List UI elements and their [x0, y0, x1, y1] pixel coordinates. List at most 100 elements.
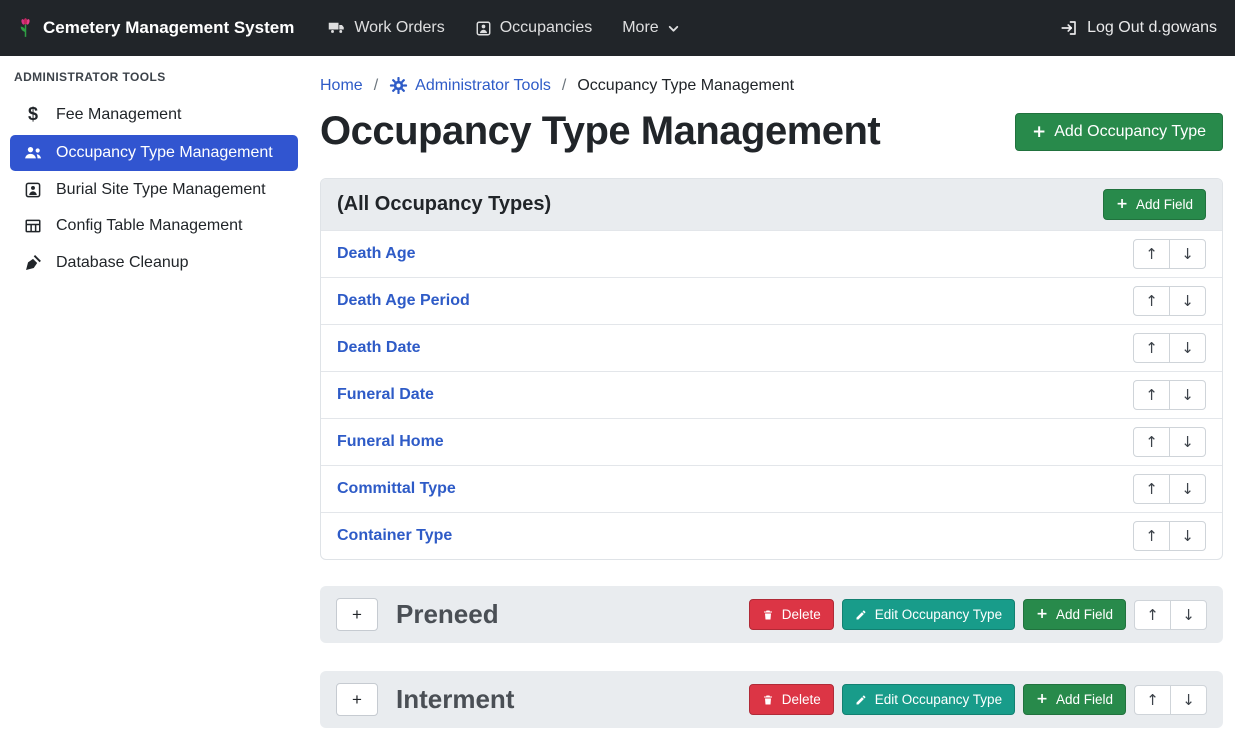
users-icon	[22, 143, 44, 163]
field-row: Committal Type ↑ ↓	[321, 465, 1222, 512]
move-up-button[interactable]: ↑	[1134, 600, 1171, 630]
move-up-button[interactable]: ↑	[1133, 239, 1170, 269]
move-up-button[interactable]: ↑	[1133, 474, 1170, 504]
arrow-up-icon: ↑	[1146, 606, 1159, 624]
breadcrumb-admin-tools-label: Administrator Tools	[415, 77, 551, 95]
sidebar-item-burial-site-type-management[interactable]: Burial Site Type Management	[10, 173, 298, 207]
add-occupancy-type-label: Add Occupancy Type	[1054, 123, 1206, 141]
add-field-button[interactable]: + Add Field	[1103, 189, 1206, 220]
section-actions: Delete Edit Occupancy Type + Add Field ↑…	[749, 599, 1207, 630]
move-up-button[interactable]: ↑	[1133, 286, 1170, 316]
add-field-label: Add Field	[1136, 197, 1193, 212]
move-down-button[interactable]: ↓	[1169, 286, 1206, 316]
add-field-button[interactable]: + Add Field	[1023, 599, 1126, 630]
move-up-button[interactable]: ↑	[1134, 685, 1171, 715]
arrow-down-icon: ↓	[1182, 606, 1195, 624]
reorder-buttons: ↑ ↓	[1133, 474, 1206, 504]
move-up-button[interactable]: ↑	[1133, 333, 1170, 363]
field-link-funeral-home[interactable]: Funeral Home	[337, 433, 444, 451]
reorder-buttons: ↑ ↓	[1133, 239, 1206, 269]
arrow-down-icon: ↓	[1181, 386, 1194, 404]
breadcrumb-home-link[interactable]: Home	[320, 77, 363, 95]
nav-occupancies-label: Occupancies	[500, 19, 593, 37]
edit-occupancy-type-button[interactable]: Edit Occupancy Type	[842, 684, 1015, 715]
add-field-button[interactable]: + Add Field	[1023, 684, 1126, 715]
field-link-death-date[interactable]: Death Date	[337, 339, 421, 357]
arrow-down-icon: ↓	[1181, 339, 1194, 357]
delete-label: Delete	[782, 607, 821, 622]
reorder-buttons: ↑ ↓	[1133, 286, 1206, 316]
breadcrumb-home-label: Home	[320, 77, 363, 95]
occupant-frame-icon	[475, 20, 492, 37]
move-down-button[interactable]: ↓	[1170, 685, 1207, 715]
sidebar-item-database-cleanup[interactable]: Database Cleanup	[10, 245, 298, 280]
edit-occupancy-type-button[interactable]: Edit Occupancy Type	[842, 599, 1015, 630]
move-down-button[interactable]: ↓	[1169, 427, 1206, 457]
delete-label: Delete	[782, 692, 821, 707]
move-up-button[interactable]: ↑	[1133, 521, 1170, 551]
arrow-up-icon: ↑	[1145, 386, 1158, 404]
sidebar-item-occupancy-type-management[interactable]: Occupancy Type Management	[10, 135, 298, 171]
move-down-button[interactable]: ↓	[1169, 474, 1206, 504]
move-up-button[interactable]: ↑	[1133, 380, 1170, 410]
section-interment: + Interment Delete Edit Occupancy Type	[320, 671, 1223, 728]
reorder-buttons: ↑ ↓	[1134, 685, 1207, 715]
arrow-down-icon: ↓	[1181, 245, 1194, 263]
sidebar-item-label: Fee Management	[56, 106, 181, 124]
sidebar-item-config-table-management[interactable]: Config Table Management	[10, 209, 298, 243]
move-down-button[interactable]: ↓	[1169, 239, 1206, 269]
logout-label: Log Out d.gowans	[1087, 19, 1217, 37]
field-link-death-age-period[interactable]: Death Age Period	[337, 292, 470, 310]
nav-occupancies[interactable]: Occupancies	[475, 19, 593, 37]
pencil-icon	[855, 694, 867, 706]
edit-label: Edit Occupancy Type	[875, 607, 1002, 622]
page-title: Occupancy Type Management	[320, 109, 880, 154]
move-down-button[interactable]: ↓	[1170, 600, 1207, 630]
plus-icon: +	[352, 605, 362, 625]
top-navbar: Cemetery Management System Work Orders O…	[0, 0, 1235, 56]
expand-button[interactable]: +	[336, 683, 378, 716]
section-title: Interment	[396, 684, 514, 715]
breadcrumb-admin-tools-link[interactable]: Administrator Tools	[389, 76, 551, 95]
nav-work-orders[interactable]: Work Orders	[328, 19, 444, 37]
expand-button[interactable]: +	[336, 598, 378, 631]
section-title: Preneed	[396, 599, 499, 630]
reorder-buttons: ↑ ↓	[1133, 427, 1206, 457]
table-icon	[22, 217, 44, 235]
arrow-down-icon: ↓	[1181, 527, 1194, 545]
card-title: (All Occupancy Types)	[337, 193, 551, 216]
arrow-down-icon: ↓	[1181, 292, 1194, 310]
truck-icon	[328, 19, 346, 37]
delete-button[interactable]: Delete	[749, 599, 834, 630]
plus-icon: +	[352, 690, 362, 710]
field-row: Funeral Home ↑ ↓	[321, 418, 1222, 465]
app-title: Cemetery Management System	[43, 18, 294, 38]
nav-more[interactable]: More	[622, 19, 679, 37]
occupant-frame-icon	[22, 181, 44, 199]
field-link-container-type[interactable]: Container Type	[337, 527, 452, 545]
move-down-button[interactable]: ↓	[1169, 333, 1206, 363]
add-occupancy-type-button[interactable]: + Add Occupancy Type	[1015, 113, 1223, 151]
breadcrumb: Home /	[320, 76, 1223, 95]
move-down-button[interactable]: ↓	[1169, 380, 1206, 410]
arrow-up-icon: ↑	[1145, 480, 1158, 498]
breadcrumb-separator: /	[374, 77, 378, 95]
delete-button[interactable]: Delete	[749, 684, 834, 715]
plus-icon: +	[1116, 197, 1128, 211]
sidebar-header: Administrator Tools	[0, 66, 308, 94]
field-link-funeral-date[interactable]: Funeral Date	[337, 386, 434, 404]
edit-label: Edit Occupancy Type	[875, 692, 1002, 707]
move-down-button[interactable]: ↓	[1169, 521, 1206, 551]
section-preneed: + Preneed Delete Edit Occupancy Type	[320, 586, 1223, 643]
field-link-death-age[interactable]: Death Age	[337, 245, 416, 263]
field-row: Death Age ↑ ↓	[321, 230, 1222, 277]
logout-button[interactable]: Log Out d.gowans	[1060, 19, 1217, 37]
nav-work-orders-label: Work Orders	[354, 19, 444, 37]
move-up-button[interactable]: ↑	[1133, 427, 1170, 457]
arrow-up-icon: ↑	[1145, 527, 1158, 545]
field-link-committal-type[interactable]: Committal Type	[337, 480, 456, 498]
flower-logo-icon	[18, 16, 33, 40]
sidebar-item-fee-management[interactable]: $ Fee Management	[10, 96, 298, 133]
sidebar-item-label: Config Table Management	[56, 217, 243, 235]
app-brand[interactable]: Cemetery Management System	[18, 16, 294, 40]
